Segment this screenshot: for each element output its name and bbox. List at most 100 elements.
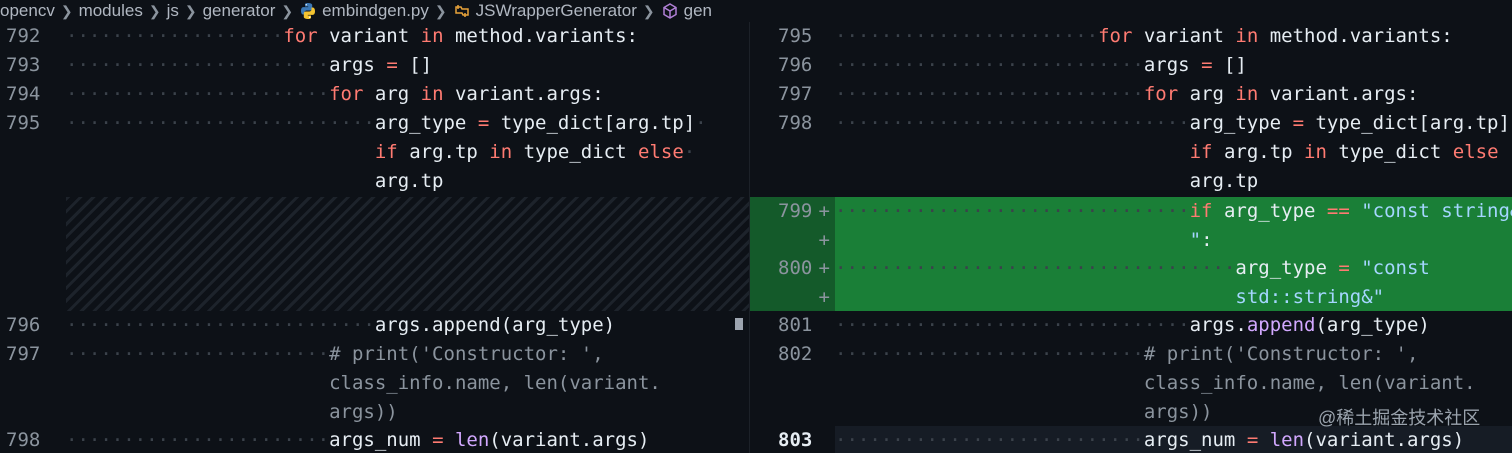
keyword: for: [283, 25, 318, 47]
keyword: for: [329, 83, 364, 105]
code-text: type_dict[arg.tp]: [1304, 112, 1510, 134]
breadcrumb-label: embindgen.py: [322, 1, 429, 20]
breadcrumb-item-gen[interactable]: gen: [661, 1, 712, 21]
code-text: (arg_type): [1315, 314, 1430, 336]
operator: =: [1338, 257, 1350, 279]
line-number: 797: [778, 83, 813, 105]
comment: class_info.name, len(variant.: [329, 372, 661, 394]
code-line: if arg.tp in type_dict else: [835, 138, 1499, 167]
chevron-right-icon: ❯: [184, 2, 197, 19]
keyword: for: [1098, 25, 1133, 47]
code-line: args)): [835, 398, 1213, 427]
function-name: append: [1246, 314, 1316, 336]
code-line: class_info.name, len(variant.: [66, 369, 661, 398]
breadcrumb-label: opencv: [0, 1, 55, 20]
added-line-marker: +: [818, 257, 830, 279]
code-text: variant: [317, 25, 421, 47]
code-text: args_num: [1143, 429, 1247, 451]
breadcrumb-label: generator: [202, 1, 276, 20]
code-text: variant.args:: [443, 83, 604, 105]
chevron-right-icon: ❯: [148, 2, 161, 19]
code-line: ·······················# print('Construc…: [66, 343, 604, 365]
line-number: 794: [6, 83, 41, 105]
comment: class_info.name, len(variant.: [1143, 372, 1476, 394]
keyword: if: [1189, 200, 1213, 222]
code-text: arg.tp: [374, 170, 444, 192]
chevron-right-icon: ❯: [281, 2, 294, 19]
code-line: ·······························args.appe…: [835, 314, 1430, 336]
breadcrumb-item-embindgen[interactable]: embindgen.py: [299, 1, 429, 21]
code-text: type_dict: [1326, 141, 1453, 163]
code-text: method.variants:: [443, 25, 638, 47]
code-line: ·······················for variant in me…: [835, 25, 1453, 47]
code-text: arg_type: [1189, 112, 1293, 134]
string-literal: "const: [1349, 257, 1430, 279]
line-number: 792: [6, 25, 41, 47]
operator: =: [432, 429, 444, 451]
keyword: for: [1143, 83, 1179, 105]
keyword: in: [489, 141, 513, 163]
code-line: ···························# print('Cons…: [835, 343, 1419, 365]
operator: ==: [1326, 200, 1350, 222]
comment: # print('Constructor: ',: [1143, 343, 1419, 365]
code-line: if arg.tp in type_dict else·: [374, 141, 696, 163]
code-line: ···················for variant in method…: [66, 25, 638, 47]
code-text: arg.tp: [1189, 170, 1259, 192]
breadcrumb-item-jswrappergenerator[interactable]: JSWrapperGenerator: [453, 1, 637, 21]
code-text: args: [329, 54, 387, 76]
code-text: variant.args:: [1258, 83, 1419, 105]
keyword: else: [638, 141, 684, 163]
breadcrumb-item-generator[interactable]: generator: [203, 1, 276, 21]
keyword: in: [1235, 25, 1259, 47]
code-text: arg_type: [1212, 200, 1327, 222]
added-line-marker: +: [818, 286, 830, 308]
diff-modified-pane[interactable]: 795 796 797 798 799 + + 800 + + 801 802 …: [750, 22, 1512, 453]
code-text: :: [1201, 229, 1213, 251]
line-number-gutter: 795 796 797 798 799 + + 800 + + 801 802 …: [750, 22, 835, 453]
code-text: args_num: [329, 429, 433, 451]
keyword: in: [1235, 83, 1259, 105]
added-line-marker: +: [818, 200, 830, 222]
code-text: []: [397, 54, 433, 76]
code-text: args.: [1189, 314, 1247, 336]
breadcrumb: opencv ❯ modules ❯ js ❯ generator ❯ embi…: [0, 0, 1512, 22]
code-line: ·······················for arg in varian…: [66, 83, 604, 105]
code-line: arg.tp: [835, 167, 1259, 196]
added-line-marker: +: [818, 229, 830, 251]
code-line: ·······························arg_type …: [835, 112, 1510, 134]
string-literal: ": [1189, 229, 1202, 251]
breadcrumb-item-modules[interactable]: modules: [79, 1, 143, 21]
line-number: 796: [778, 54, 813, 76]
line-number-current: 803: [778, 429, 813, 451]
chevron-right-icon: ❯: [642, 2, 655, 19]
code-text: arg.tp: [1212, 141, 1305, 163]
line-number: 793: [6, 54, 41, 76]
code-editor[interactable]: ···················for variant in method…: [66, 22, 750, 453]
code-line: ···························arg_type = ty…: [66, 112, 707, 134]
line-number: 802: [778, 343, 813, 365]
code-text: arg: [1178, 83, 1236, 105]
keyword: else: [1452, 141, 1499, 163]
comment: # print('Constructor: ',: [329, 343, 604, 365]
code-text: args: [1143, 54, 1202, 76]
keyword: if: [1189, 141, 1213, 163]
code-editor[interactable]: ·······················for variant in me…: [835, 22, 1512, 453]
breadcrumb-item-js[interactable]: js: [167, 1, 179, 21]
code-line-added: ···································arg_t…: [835, 257, 1430, 279]
function-name: len: [443, 429, 490, 451]
code-line: arg.tp: [66, 167, 444, 196]
code-text: []: [1212, 54, 1247, 76]
code-text: type_dict[arg.tp]: [489, 112, 696, 134]
comment: args)): [1143, 401, 1213, 423]
method-symbol-icon: [662, 3, 677, 19]
line-number: 801: [778, 314, 813, 336]
code-line: ···························args.append(a…: [66, 314, 616, 336]
code-text: arg_type: [1235, 257, 1339, 279]
breadcrumb-label: gen: [683, 1, 713, 20]
breadcrumb-item-opencv[interactable]: opencv: [0, 1, 55, 21]
diff-original-pane[interactable]: 792 793 794 795 796 797 798 ············…: [0, 22, 750, 453]
chevron-right-icon: ❯: [60, 2, 73, 19]
breadcrumb-label: modules: [78, 1, 143, 20]
scrollbar-marker[interactable]: [735, 318, 743, 330]
code-text: type_dict: [512, 141, 638, 163]
